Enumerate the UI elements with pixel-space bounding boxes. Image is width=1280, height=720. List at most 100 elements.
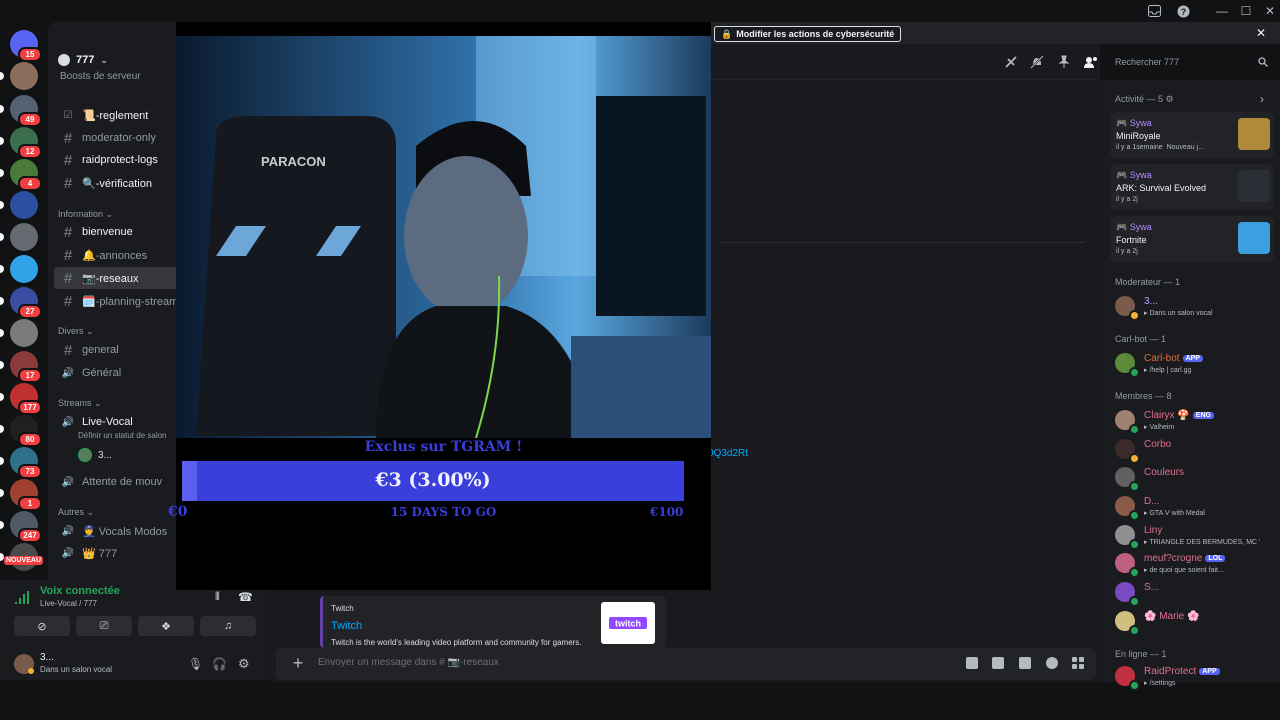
status-dot — [1129, 481, 1140, 492]
category-autres[interactable]: Autres ⌄ — [58, 507, 94, 518]
channel-label: bienvenue — [82, 226, 133, 238]
message-link[interactable]: 0Q3d2Rt — [708, 448, 748, 459]
member-row[interactable]: D... ▸ GTA V with Medal — [1115, 492, 1275, 521]
message-input[interactable]: Envoyer un message dans # 📷-reseaux — [318, 657, 499, 668]
sticker-icon[interactable] — [1019, 657, 1031, 669]
game-icon: 🎮 — [1116, 222, 1128, 232]
member-list-icon[interactable] — [1084, 55, 1098, 72]
member-row[interactable]: Couleurs — [1115, 463, 1275, 492]
server-4[interactable]: 4 — [10, 159, 42, 191]
server-7[interactable] — [10, 255, 38, 283]
chevron-down-icon: ⌄ — [100, 54, 108, 65]
member-name: Carl-bot APP — [1144, 353, 1203, 364]
channel-label: general — [82, 344, 119, 356]
member-row[interactable]: S... — [1115, 578, 1275, 607]
member-name: RaidProtect APP — [1144, 666, 1220, 677]
gif-icon[interactable] — [992, 657, 1004, 669]
member-row[interactable]: Corbo — [1115, 435, 1275, 464]
category-divers[interactable]: Divers ⌄ — [58, 326, 94, 337]
help-icon[interactable]: ? — [1169, 0, 1197, 22]
member-row[interactable]: meuf?crogne LOL ▸ de quoi que soient fait.… — [1115, 549, 1275, 578]
activities-button[interactable]: ❖ — [138, 616, 194, 636]
server-11[interactable]: 177 — [10, 383, 42, 415]
server-boosts[interactable]: Boosts de serveur — [60, 71, 141, 82]
category-streams[interactable]: Streams ⌄ — [58, 398, 102, 409]
channel-status-prompt[interactable]: Définir un statut de salon — [78, 431, 167, 440]
hash-icon: # — [63, 292, 73, 310]
server-9[interactable] — [10, 319, 38, 347]
member-tag: LOL — [1205, 555, 1226, 562]
activity-game: MiniRoyale — [1116, 131, 1161, 141]
close-window-icon[interactable]: ✕ — [1256, 0, 1280, 22]
member-row[interactable]: RaidProtect APP ▸ /settings — [1115, 662, 1275, 691]
disconnect-icon[interactable]: ☎ — [238, 590, 253, 604]
soundboard-button[interactable]: ♫ — [200, 616, 256, 636]
headphones-icon[interactable]: 🎧 — [212, 657, 227, 671]
member-row[interactable]: 🌸 Marie 🌸 — [1115, 607, 1275, 636]
server-14[interactable]: 1 — [10, 479, 42, 511]
server-15[interactable]: 247 — [10, 511, 42, 543]
member-row[interactable]: Liny ▸ TRIANGLE DES BERMUDES, MC ' — [1115, 521, 1275, 550]
server-0[interactable]: 15 — [10, 30, 42, 62]
chevron-down-icon: ⌄ — [84, 507, 95, 517]
server-10[interactable]: 17 — [10, 351, 42, 383]
server-3[interactable]: 12 — [10, 127, 42, 159]
server-13[interactable]: 73 — [10, 447, 42, 479]
voice-connected-title[interactable]: Voix connectée — [40, 585, 120, 597]
activity-icon: ▸ — [1144, 310, 1148, 317]
rules-icon: ☑ — [63, 109, 73, 121]
member-name: meuf?crogne LOL — [1144, 553, 1226, 564]
server-2[interactable]: 49 — [10, 95, 42, 127]
emoji-icon[interactable] — [1046, 657, 1058, 669]
screen-share-icon: ⎚ — [99, 619, 109, 632]
status-dot — [1129, 367, 1140, 378]
inbox-icon[interactable] — [1140, 0, 1168, 22]
voice-participant[interactable]: 3... — [78, 447, 112, 463]
channel-label: 📜-reglement — [82, 109, 149, 122]
game-icon: 🎮 — [1116, 118, 1128, 128]
chevron-down-icon: ⌄ — [103, 209, 114, 219]
unread-badge: 177 — [18, 400, 42, 415]
server-header[interactable]: 777 ⌄ — [58, 54, 108, 66]
search-input[interactable]: Rechercher 777 — [1115, 57, 1179, 67]
voice-channel-path[interactable]: Live-Vocal / 777 — [40, 599, 97, 608]
activity-card[interactable]: 🎮 Sywa ARK: Survival Evolved il y a 2j — [1110, 164, 1274, 210]
pin-icon[interactable] — [1057, 55, 1071, 72]
members-header: Membres — 8 — [1115, 391, 1172, 401]
screen-share-button[interactable]: ⎚ — [76, 616, 132, 636]
settings-icon[interactable]: ⚙ — [238, 656, 250, 672]
chevron-right-icon[interactable]: › — [1260, 92, 1264, 106]
activity-card[interactable]: 🎮 Sywa Fortnite il y a 2j — [1110, 216, 1274, 262]
status-dot — [1129, 680, 1140, 691]
cybersecurity-actions-button[interactable]: 🔒 Modifier les actions de cybersécurité — [714, 26, 902, 42]
channel-label: raidprotect-logs — [82, 154, 158, 166]
soundboard-icon: ♫ — [223, 620, 233, 632]
notifications-off-icon[interactable] — [1030, 55, 1044, 72]
add-attachment-icon[interactable]: + — [288, 654, 308, 674]
voice-signal-icon[interactable] — [14, 590, 30, 606]
embed-title-link[interactable]: Twitch — [331, 620, 362, 632]
server-6[interactable] — [10, 223, 38, 251]
server-12[interactable]: 80 — [10, 415, 42, 447]
close-notice-icon[interactable]: ✕ — [1256, 26, 1266, 40]
apps-icon[interactable] — [1072, 657, 1084, 669]
twitch-embed: Twitch Twitch Twitch is the world's lead… — [320, 596, 666, 648]
threads-icon[interactable] — [1004, 55, 1018, 72]
server-8[interactable]: 27 — [10, 287, 42, 319]
member-row[interactable]: 3... ▸ Dans un salon vocal — [1115, 292, 1275, 321]
camera-off-button[interactable]: ⊘ — [14, 616, 70, 636]
mic-icon[interactable]: 🎙 — [188, 657, 203, 671]
member-row[interactable]: Carl-bot APP ▸ /help | carl.gg — [1115, 349, 1275, 378]
category-information[interactable]: Information ⌄ — [58, 209, 113, 220]
activity-card[interactable]: 🎮 Sywa MiniRoyale il y a 1semaine Nouveau … — [1110, 112, 1274, 158]
unread-badge: 17 — [18, 368, 42, 383]
server-5[interactable] — [10, 191, 38, 219]
gift-icon[interactable] — [966, 657, 978, 669]
noise-suppression-icon[interactable]: ⦀ — [215, 591, 220, 604]
member-row[interactable]: Clairyx 🍄 ENG ▸ Valheim — [1115, 406, 1275, 435]
chevron-down-icon: ⌄ — [83, 326, 94, 336]
member-name: 🌸 Marie 🌸 — [1144, 611, 1200, 622]
search-box[interactable]: Rechercher 777 — [1110, 53, 1274, 71]
server-1[interactable] — [10, 62, 38, 90]
member-activity: ▸ /help | carl.gg — [1144, 367, 1192, 374]
